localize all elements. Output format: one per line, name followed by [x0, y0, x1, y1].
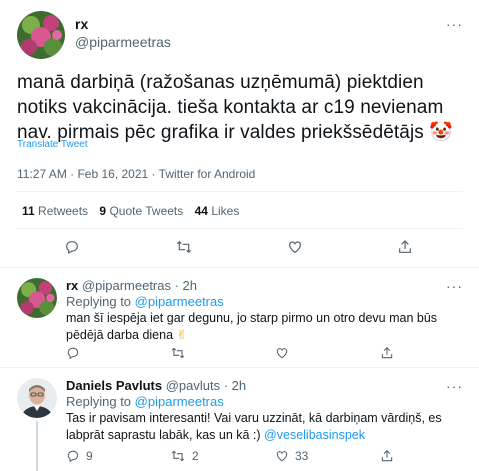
share-icon[interactable]: [397, 239, 413, 255]
more-icon[interactable]: ···: [446, 279, 463, 293]
replying-to: Replying to @piparmeetras: [66, 294, 224, 309]
reply-icon[interactable]: 9: [66, 449, 93, 463]
mention-link[interactable]: @piparmeetras: [135, 394, 224, 409]
reply-header: rx @piparmeetras · 2h: [66, 278, 197, 293]
author-handle[interactable]: @piparmeetras · 2h: [82, 278, 197, 293]
author-name[interactable]: rx: [66, 278, 78, 293]
reply-header: Daniels Pavluts @pavluts · 2h: [66, 378, 246, 393]
victory-emoji: ✌: [176, 328, 188, 342]
avatar[interactable]: [17, 278, 57, 318]
translate-link[interactable]: Translate Tweet: [17, 139, 88, 150]
share-icon[interactable]: [380, 449, 394, 463]
tweet-stats: 11 Retweets 9 Quote Tweets 44 Likes: [22, 204, 239, 218]
avatar[interactable]: [17, 11, 65, 59]
reply-text: man šī iespēja iet gar degunu, jo starp …: [66, 311, 438, 342]
retweet-icon[interactable]: [170, 346, 192, 360]
likes-stat[interactable]: 44 Likes: [195, 204, 240, 218]
mention-link[interactable]: @veselibasinspek: [264, 428, 365, 442]
avatar[interactable]: [17, 378, 57, 418]
retweet-icon[interactable]: [175, 239, 193, 255]
reply-tweet[interactable]: rx @piparmeetras · 2h ··· Replying to @p…: [0, 268, 479, 368]
reply-icon[interactable]: [64, 239, 80, 255]
more-icon[interactable]: ···: [446, 379, 463, 393]
more-icon[interactable]: ···: [446, 17, 463, 31]
author-handle[interactable]: @pavluts · 2h: [166, 378, 246, 393]
share-icon[interactable]: [380, 346, 394, 360]
heart-icon[interactable]: [275, 346, 295, 360]
quotes-stat[interactable]: 9 Quote Tweets: [99, 204, 186, 218]
divider: [16, 191, 463, 192]
clown-emoji: 🤡: [429, 122, 454, 143]
thread-line: [36, 421, 38, 471]
author-name[interactable]: rx: [75, 16, 88, 32]
reply-tweet[interactable]: Daniels Pavluts @pavluts · 2h ··· Replyi…: [0, 368, 479, 471]
author-name[interactable]: Daniels Pavluts: [66, 378, 162, 393]
replying-to: Replying to @piparmeetras: [66, 394, 224, 409]
author-handle[interactable]: @piparmeetras: [75, 34, 171, 50]
main-tweet: rx @piparmeetras ··· manā darbiņā (ražoš…: [0, 0, 479, 268]
mention-link[interactable]: @piparmeetras: [135, 294, 224, 309]
retweet-icon[interactable]: 2: [170, 449, 199, 463]
reply-icon[interactable]: [66, 346, 86, 360]
divider: [16, 228, 463, 229]
tweet-meta[interactable]: 11:27 AM · Feb 16, 2021 · Twitter for An…: [17, 167, 255, 181]
reply-text: Tas ir pavisam interesanti! Vai varu uzz…: [66, 411, 442, 442]
heart-icon[interactable]: [287, 239, 303, 255]
retweets-stat[interactable]: 11 Retweets: [22, 204, 91, 218]
heart-icon[interactable]: 33: [275, 449, 308, 463]
tweet-text: manā darbiņā (ražošanas uzņēmumā) piektd…: [17, 72, 454, 143]
